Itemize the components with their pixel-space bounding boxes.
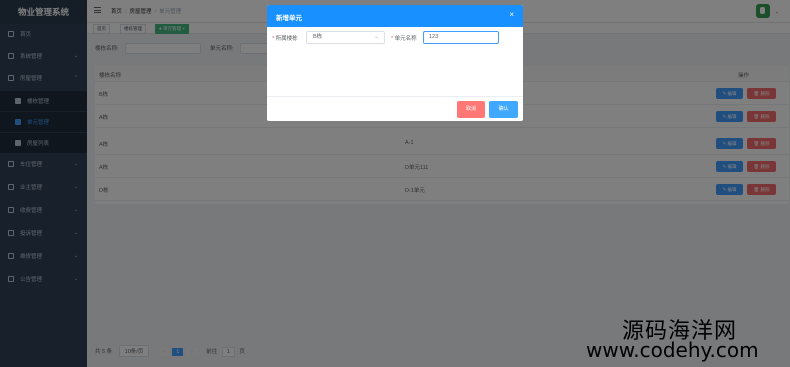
dialog-title: 新增单元 <box>276 15 302 22</box>
unit-field-label: * 单元名称 <box>391 34 417 42</box>
building-select-value: B栋 <box>313 34 323 40</box>
dialog-footer-divider <box>267 96 523 97</box>
close-icon[interactable]: × <box>509 10 514 19</box>
building-select[interactable]: B栋 ⌄ <box>306 31 385 44</box>
building-label-text: 所属楼栋 <box>275 36 298 42</box>
confirm-button[interactable]: 确认 <box>489 101 518 118</box>
cancel-button[interactable]: 取消 <box>457 101 485 118</box>
unit-label-text: 单元名称 <box>394 36 417 42</box>
required-mark: * <box>272 36 275 42</box>
watermark-url: www.codehy.com <box>586 338 759 362</box>
add-unit-dialog: 新增单元 × * 所属楼栋 B栋 ⌄ * 单元名称 123 取消 确认 <box>267 5 523 121</box>
dialog-header: 新增单元 × <box>267 5 523 27</box>
unit-name-input[interactable]: 123 <box>423 31 499 44</box>
building-field-label: * 所属楼栋 <box>272 34 298 42</box>
chevron-down-icon: ⌄ <box>373 34 379 40</box>
required-mark: * <box>391 36 394 42</box>
